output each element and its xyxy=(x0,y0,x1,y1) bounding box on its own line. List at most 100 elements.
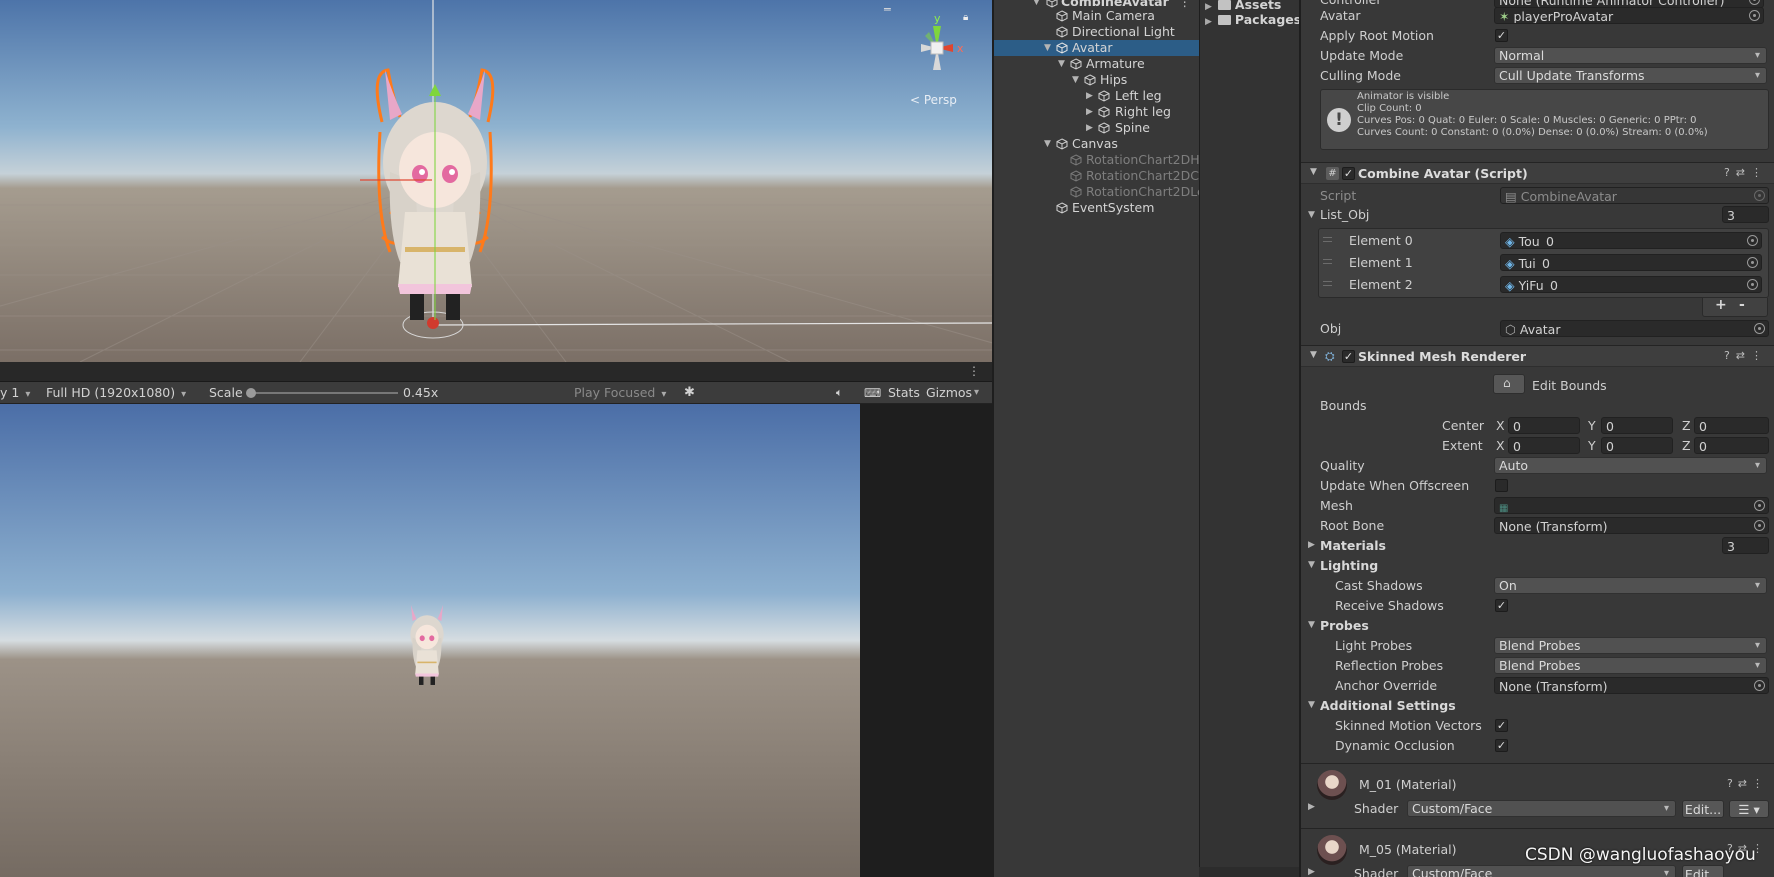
list-size-field[interactable]: 3 xyxy=(1722,206,1769,223)
collapse-arrow-icon[interactable]: ▶ xyxy=(1086,88,1093,104)
shader-dropdown[interactable]: Custom/Face xyxy=(1407,865,1676,877)
hierarchy-item-canvas[interactable]: ▼ Canvas xyxy=(994,136,1199,152)
hierarchy-item-armature[interactable]: ▼ Armature xyxy=(994,56,1199,72)
receive-shadows-checkbox[interactable]: ✓ xyxy=(1495,599,1508,612)
add-element-button[interactable]: + xyxy=(1715,297,1727,313)
extent-y-field[interactable]: 0 xyxy=(1601,437,1673,454)
hierarchy-item-rotationchart-leg[interactable]: RotationChart2DLeg xyxy=(994,184,1213,200)
bug-icon[interactable]: ✱ xyxy=(684,382,695,404)
object-picker-icon[interactable] xyxy=(1754,520,1765,531)
center-z-field[interactable]: 0 xyxy=(1694,417,1769,434)
persp-label[interactable]: < Persp xyxy=(910,93,957,107)
mute-audio-icon[interactable]: 🔈︎ xyxy=(836,382,843,404)
reflection-probes-dropdown[interactable]: Blend Probes xyxy=(1494,657,1767,674)
gizmos-dropdown-arrow-icon[interactable]: ▾ xyxy=(974,382,979,404)
dynamic-occlusion-checkbox[interactable]: ✓ xyxy=(1495,739,1508,752)
mesh-field[interactable]: ▦ xyxy=(1494,497,1769,514)
drag-handle-icon[interactable] xyxy=(1323,281,1332,286)
object-picker-icon[interactable] xyxy=(1749,10,1760,21)
more-icon[interactable]: ⋮ xyxy=(1751,166,1768,179)
hierarchy-item-right-leg[interactable]: ▶ Right leg xyxy=(994,104,1199,120)
hierarchy-item-avatar[interactable]: ▼ Avatar xyxy=(994,40,1199,56)
play-mode-dropdown[interactable]: Play Focused xyxy=(574,382,666,404)
update-when-offscreen-checkbox[interactable] xyxy=(1495,479,1508,492)
cast-shadows-dropdown[interactable]: On xyxy=(1494,577,1767,594)
collapse-arrow-icon[interactable]: ▶ xyxy=(1308,540,1315,550)
expand-arrow-icon[interactable]: ▼ xyxy=(1044,40,1051,56)
shader-dropdown[interactable]: Custom/Face xyxy=(1407,800,1676,817)
expand-arrow-icon[interactable]: ▼ xyxy=(1044,136,1051,152)
expand-arrow-icon[interactable]: ▼ xyxy=(1308,210,1315,220)
quality-dropdown[interactable]: Auto xyxy=(1494,457,1767,474)
component-header-icons[interactable]: ?⇄⋮ xyxy=(1724,166,1768,179)
game-menu-icon[interactable]: ⋮ xyxy=(968,364,980,378)
collapse-arrow-icon[interactable]: ▶ xyxy=(1308,802,1315,812)
expand-arrow-icon[interactable]: ▼ xyxy=(1308,700,1315,710)
extent-z-field[interactable]: 0 xyxy=(1694,437,1769,454)
object-picker-icon[interactable] xyxy=(1754,500,1765,511)
edit-shader-button[interactable]: Edit... xyxy=(1682,865,1724,877)
hierarchy-item-rotationchart-cloth[interactable]: RotationChart2DClo xyxy=(994,168,1210,184)
scale-slider-handle[interactable] xyxy=(246,388,256,398)
hierarchy-item-hips[interactable]: ▼ Hips xyxy=(994,72,1199,88)
object-picker-icon[interactable] xyxy=(1747,279,1758,290)
preset-icon[interactable]: ⇄ xyxy=(1736,349,1751,362)
stats-button[interactable]: Stats xyxy=(888,382,920,404)
help-icon[interactable]: ? xyxy=(1724,166,1736,179)
shader-options-button[interactable]: ☰ ▾ xyxy=(1729,800,1769,818)
expand-arrow-icon[interactable]: ▼ xyxy=(1308,620,1315,630)
culling-mode-dropdown[interactable]: Cull Update Transforms xyxy=(1494,67,1767,84)
hierarchy-item-left-leg[interactable]: ▶ Left leg xyxy=(994,88,1199,104)
scene-menu-icon[interactable]: ═ xyxy=(884,3,891,16)
avatar-character-selected[interactable] xyxy=(360,62,510,322)
skinned-motion-vectors-checkbox[interactable]: ✓ xyxy=(1495,719,1508,732)
element-1-field[interactable]: ◈ Tui_0 xyxy=(1500,254,1762,271)
more-icon[interactable]: ⋮ xyxy=(1752,777,1768,790)
center-x-field[interactable]: 0 xyxy=(1508,417,1580,434)
material-m01-section[interactable]: M_01 (Material) ?⇄⋮ ▶ Shader Custom/Face… xyxy=(1301,763,1774,825)
help-icon[interactable]: ? xyxy=(1727,777,1738,790)
avatar-field[interactable]: ✶ playerProAvatar xyxy=(1494,7,1764,24)
collapse-arrow-icon[interactable]: ▶ xyxy=(1205,2,1212,12)
object-picker-icon[interactable] xyxy=(1754,323,1765,334)
object-picker-icon[interactable] xyxy=(1749,0,1760,5)
resolution-dropdown[interactable]: Full HD (1920x1080) xyxy=(46,382,186,404)
hierarchy-item-spine[interactable]: ▶ Spine xyxy=(994,120,1199,136)
element-2-field[interactable]: ◈ YiFu_0 xyxy=(1500,276,1762,293)
lock-icon[interactable]: 🔒︎ xyxy=(963,12,968,23)
drag-handle-icon[interactable] xyxy=(1323,259,1332,264)
combine-avatar-enabled-checkbox[interactable]: ✓ xyxy=(1342,167,1355,180)
edit-shader-button[interactable]: Edit... xyxy=(1682,800,1724,818)
hierarchy-item-rotationchart-head[interactable]: RotationChart2DHe xyxy=(994,152,1207,168)
display-dropdown[interactable]: y 1 xyxy=(0,382,30,404)
obj-field[interactable]: ⬡ Avatar xyxy=(1500,320,1769,337)
project-folder-packages[interactable]: ▶ Packages xyxy=(1205,12,1301,28)
apply-root-motion-checkbox[interactable]: ✓ xyxy=(1495,29,1508,42)
material-header-icons[interactable]: ?⇄⋮ xyxy=(1727,777,1768,790)
collapse-arrow-icon[interactable]: ▶ xyxy=(1086,120,1093,136)
remove-element-button[interactable]: - xyxy=(1739,297,1745,313)
materials-size-field[interactable]: 3 xyxy=(1722,537,1769,554)
hierarchy-item-directional-light[interactable]: Directional Light xyxy=(994,24,1199,40)
help-icon[interactable]: ? xyxy=(1724,349,1736,362)
element-0-field[interactable]: ◈ Tou_0 xyxy=(1500,232,1762,249)
game-view[interactable] xyxy=(0,404,860,877)
light-probes-dropdown[interactable]: Blend Probes xyxy=(1494,637,1767,654)
update-mode-dropdown[interactable]: Normal xyxy=(1494,47,1767,64)
anchor-override-field[interactable]: None (Transform) xyxy=(1494,677,1769,694)
preset-icon[interactable]: ⇄ xyxy=(1738,777,1752,790)
expand-arrow-icon[interactable]: ▼ xyxy=(1058,56,1065,72)
expand-arrow-icon[interactable]: ▼ xyxy=(1072,72,1079,88)
preset-icon[interactable]: ⇄ xyxy=(1736,166,1751,179)
scale-slider[interactable] xyxy=(250,392,398,394)
keyboard-icon[interactable]: ⌨ xyxy=(864,382,881,404)
collapse-arrow-icon[interactable]: ▶ xyxy=(1086,104,1093,120)
collapse-arrow-icon[interactable]: ▼ xyxy=(1310,350,1317,360)
object-picker-icon[interactable] xyxy=(1754,680,1765,691)
gizmos-button[interactable]: Gizmos xyxy=(926,382,972,404)
edit-bounds-button[interactable]: ⌂ xyxy=(1493,374,1525,394)
scene-view[interactable]: y x ═ 🔒︎ < Persp xyxy=(0,0,992,362)
collapse-arrow-icon[interactable]: ▶ xyxy=(1205,17,1212,27)
combine-avatar-header[interactable]: ▼ # ✓ Combine Avatar (Script) ?⇄⋮ xyxy=(1301,162,1774,184)
object-picker-icon[interactable] xyxy=(1747,235,1758,246)
